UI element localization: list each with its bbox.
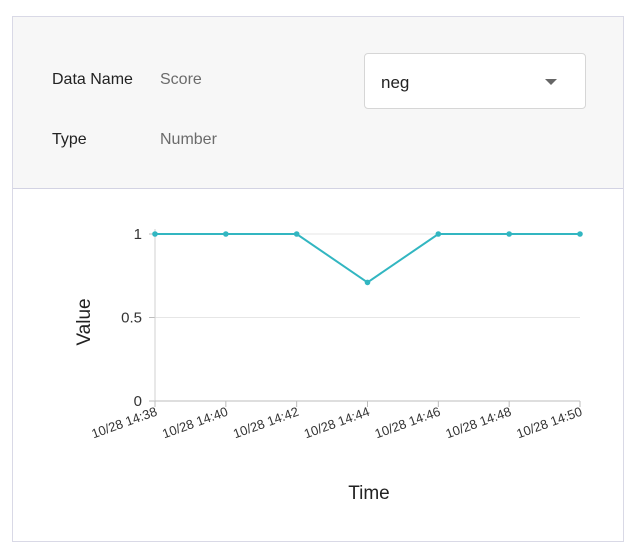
x-tick-label: 10/28 14:42 — [231, 404, 301, 442]
x-tick-label: 10/28 14:50 — [514, 404, 584, 442]
x-tick-label: 10/28 14:40 — [160, 404, 230, 442]
series-line — [155, 233, 580, 284]
data-points — [152, 231, 583, 286]
y-tick-labels: 00.51 — [121, 226, 142, 410]
y-axis-label: Value — [74, 298, 95, 345]
y-tick-label: 0.5 — [121, 310, 142, 327]
data-point — [577, 231, 583, 237]
x-axis-label: Time — [348, 483, 390, 504]
x-tick-label: 10/28 14:38 — [89, 404, 159, 442]
line-chart: 00.51 10/28 14:38 10/28 14:40 10/28 14:42 1… — [74, 226, 584, 504]
data-point — [435, 231, 442, 237]
x-tick-label: 10/28 14:46 — [373, 404, 443, 442]
data-point — [364, 279, 371, 286]
data-point — [293, 231, 300, 237]
data-point — [223, 231, 229, 237]
y-tick-label: 0 — [134, 393, 142, 410]
x-tick-label: 10/28 14:48 — [444, 404, 514, 442]
x-tick-labels: 10/28 14:38 10/28 14:40 10/28 14:42 10/28 1… — [89, 404, 584, 442]
data-point — [152, 231, 158, 237]
data-point — [506, 231, 512, 237]
y-tick-label: 1 — [134, 226, 142, 243]
x-tick-label: 10/28 14:44 — [302, 404, 372, 442]
grid — [155, 233, 580, 318]
